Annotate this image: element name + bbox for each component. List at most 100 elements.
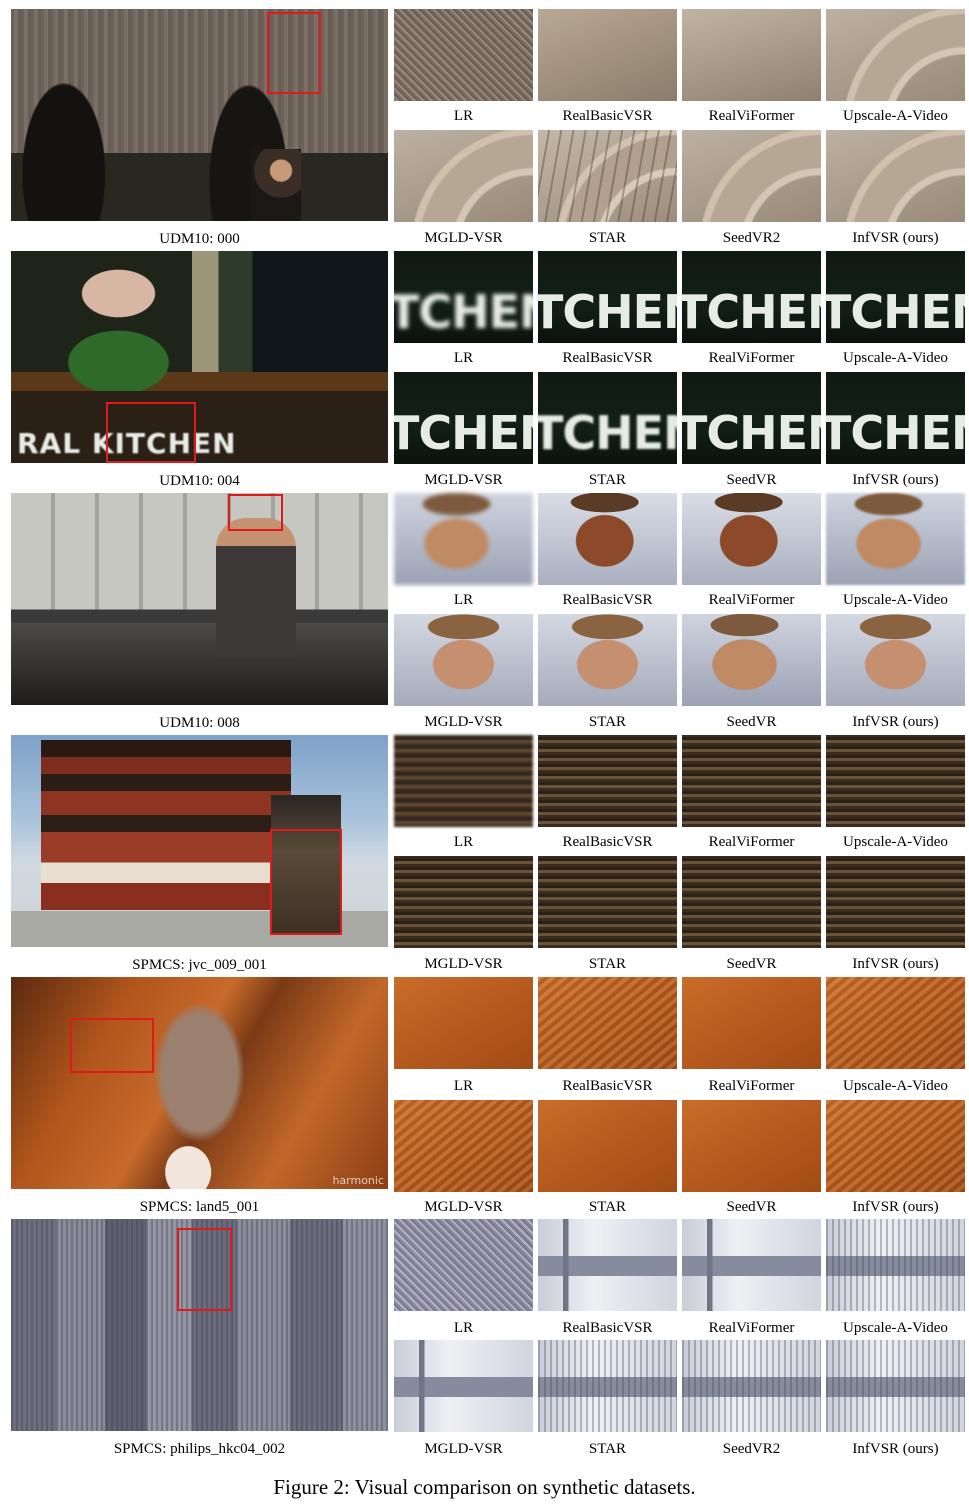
- udm10-004-full-frame: RAL KITCHEN: [11, 251, 388, 463]
- method-label: SeedVR: [726, 956, 777, 972]
- crop-upscale-a-video: [826, 1219, 965, 1311]
- crop-realviformer: [682, 977, 821, 1069]
- spmcs-philips-hkc04-002-full-frame: [11, 1219, 388, 1431]
- crop-star: [538, 856, 677, 948]
- method-label: STAR: [588, 230, 627, 246]
- crop-star: [538, 1340, 677, 1432]
- method-label: RealViFormer: [708, 1320, 795, 1336]
- method-label: Upscale-A-Video: [843, 1078, 948, 1094]
- method-label: MGLD-VSR: [424, 714, 503, 730]
- method-label: MGLD-VSR: [424, 1199, 503, 1215]
- zoom-region-box: [106, 402, 196, 463]
- method-label: SeedVR: [726, 714, 777, 730]
- method-label: SeedVR2: [722, 230, 781, 246]
- crop-realviformer: [682, 735, 821, 827]
- crop-realbasicvsr: [538, 1219, 677, 1311]
- method-label: SeedVR2: [722, 1441, 781, 1457]
- crop-realbasicvsr: [538, 735, 677, 827]
- crop-upscale-a-video: TCHEN: [826, 251, 965, 343]
- crop-star: TCHEN: [538, 372, 677, 464]
- method-label: InfVSR (ours): [852, 1441, 939, 1457]
- crop-lr: TCHEN: [394, 251, 533, 343]
- crop-mgld-vsr: [394, 130, 533, 222]
- lab-bench: [11, 623, 388, 705]
- spmcs-jvc-009-001-full-frame: [11, 735, 388, 947]
- watermark: harmonic: [332, 1174, 384, 1187]
- method-label: STAR: [588, 472, 627, 488]
- scene-label: UDM10: 004: [159, 473, 240, 489]
- method-label: LR: [453, 1078, 474, 1094]
- crop-infvsr: [826, 1100, 965, 1192]
- method-label: STAR: [588, 1199, 627, 1215]
- crop-seedvr2: [682, 130, 821, 222]
- scene-label: UDM10: 000: [159, 231, 240, 247]
- zoom-region-box: [270, 829, 342, 935]
- crop-sign-text: TCHEN: [682, 285, 821, 339]
- crop-upscale-a-video: [826, 9, 965, 101]
- crop-mgld-vsr: TCHEN: [394, 372, 533, 464]
- crop-lr: [394, 493, 533, 585]
- crop-realbasicvsr: [538, 977, 677, 1069]
- crop-realviformer: [682, 493, 821, 585]
- method-label: LR: [453, 592, 474, 608]
- method-label: InfVSR (ours): [852, 956, 939, 972]
- crop-infvsr: [826, 1340, 965, 1432]
- scene-label: UDM10: 008: [159, 715, 240, 731]
- method-label: RealBasicVSR: [562, 592, 653, 608]
- crop-seedvr: [682, 856, 821, 948]
- method-label: RealViFormer: [708, 350, 795, 366]
- crop-star: [538, 1100, 677, 1192]
- scene-label: SPMCS: philips_hkc04_002: [113, 1441, 286, 1457]
- crop-sign-text: TCHEN: [394, 406, 533, 460]
- crop-infvsr: [826, 856, 965, 948]
- crop-realbasicvsr: [538, 493, 677, 585]
- method-label: RealBasicVSR: [562, 834, 653, 850]
- crop-mgld-vsr: [394, 856, 533, 948]
- figure-caption: Figure 2: Visual comparison on synthetic…: [273, 1475, 696, 1499]
- crop-seedvr: [682, 614, 821, 706]
- crop-realviformer: [682, 9, 821, 101]
- method-label: InfVSR (ours): [852, 230, 939, 246]
- crop-infvsr: TCHEN: [826, 372, 965, 464]
- crop-seedvr2: [682, 1340, 821, 1432]
- crop-upscale-a-video: [826, 735, 965, 827]
- pagoda-temple: [41, 740, 291, 910]
- crop-sign-text: TCHEN: [538, 285, 677, 339]
- method-label: LR: [453, 1320, 474, 1336]
- crop-sign-text: TCHEN: [826, 285, 965, 339]
- method-label: Upscale-A-Video: [843, 592, 948, 608]
- method-label: STAR: [588, 714, 627, 730]
- scene-label: SPMCS: jvc_009_001: [132, 957, 267, 973]
- crowd-person: [251, 149, 301, 221]
- crop-upscale-a-video: [826, 493, 965, 585]
- method-label: LR: [453, 350, 474, 366]
- crop-infvsr: [826, 130, 965, 222]
- crop-seedvr: [682, 1100, 821, 1192]
- method-label: RealViFormer: [708, 834, 795, 850]
- crop-lr: [394, 735, 533, 827]
- method-label: RealBasicVSR: [562, 1320, 653, 1336]
- crop-realviformer: TCHEN: [682, 251, 821, 343]
- drinking-man: [51, 261, 201, 391]
- crop-mgld-vsr: [394, 614, 533, 706]
- method-label: MGLD-VSR: [424, 1441, 503, 1457]
- crop-sign-text: TCHEN: [682, 406, 821, 460]
- method-label: LR: [453, 834, 474, 850]
- method-label: SeedVR: [726, 1199, 777, 1215]
- method-label: RealViFormer: [708, 592, 795, 608]
- crop-infvsr: [826, 614, 965, 706]
- method-label: InfVSR (ours): [852, 714, 939, 730]
- crop-lr: [394, 1219, 533, 1311]
- crop-sign-text: TCHEN: [538, 406, 677, 460]
- crop-star: [538, 614, 677, 706]
- crop-realbasicvsr: TCHEN: [538, 251, 677, 343]
- method-label: Upscale-A-Video: [843, 350, 948, 366]
- method-label: InfVSR (ours): [852, 472, 939, 488]
- crop-mgld-vsr: [394, 1340, 533, 1432]
- crop-lr: [394, 977, 533, 1069]
- method-label: RealBasicVSR: [562, 350, 653, 366]
- method-label: Upscale-A-Video: [843, 108, 948, 124]
- method-label: MGLD-VSR: [424, 472, 503, 488]
- method-label: SeedVR: [726, 472, 777, 488]
- method-label: MGLD-VSR: [424, 230, 503, 246]
